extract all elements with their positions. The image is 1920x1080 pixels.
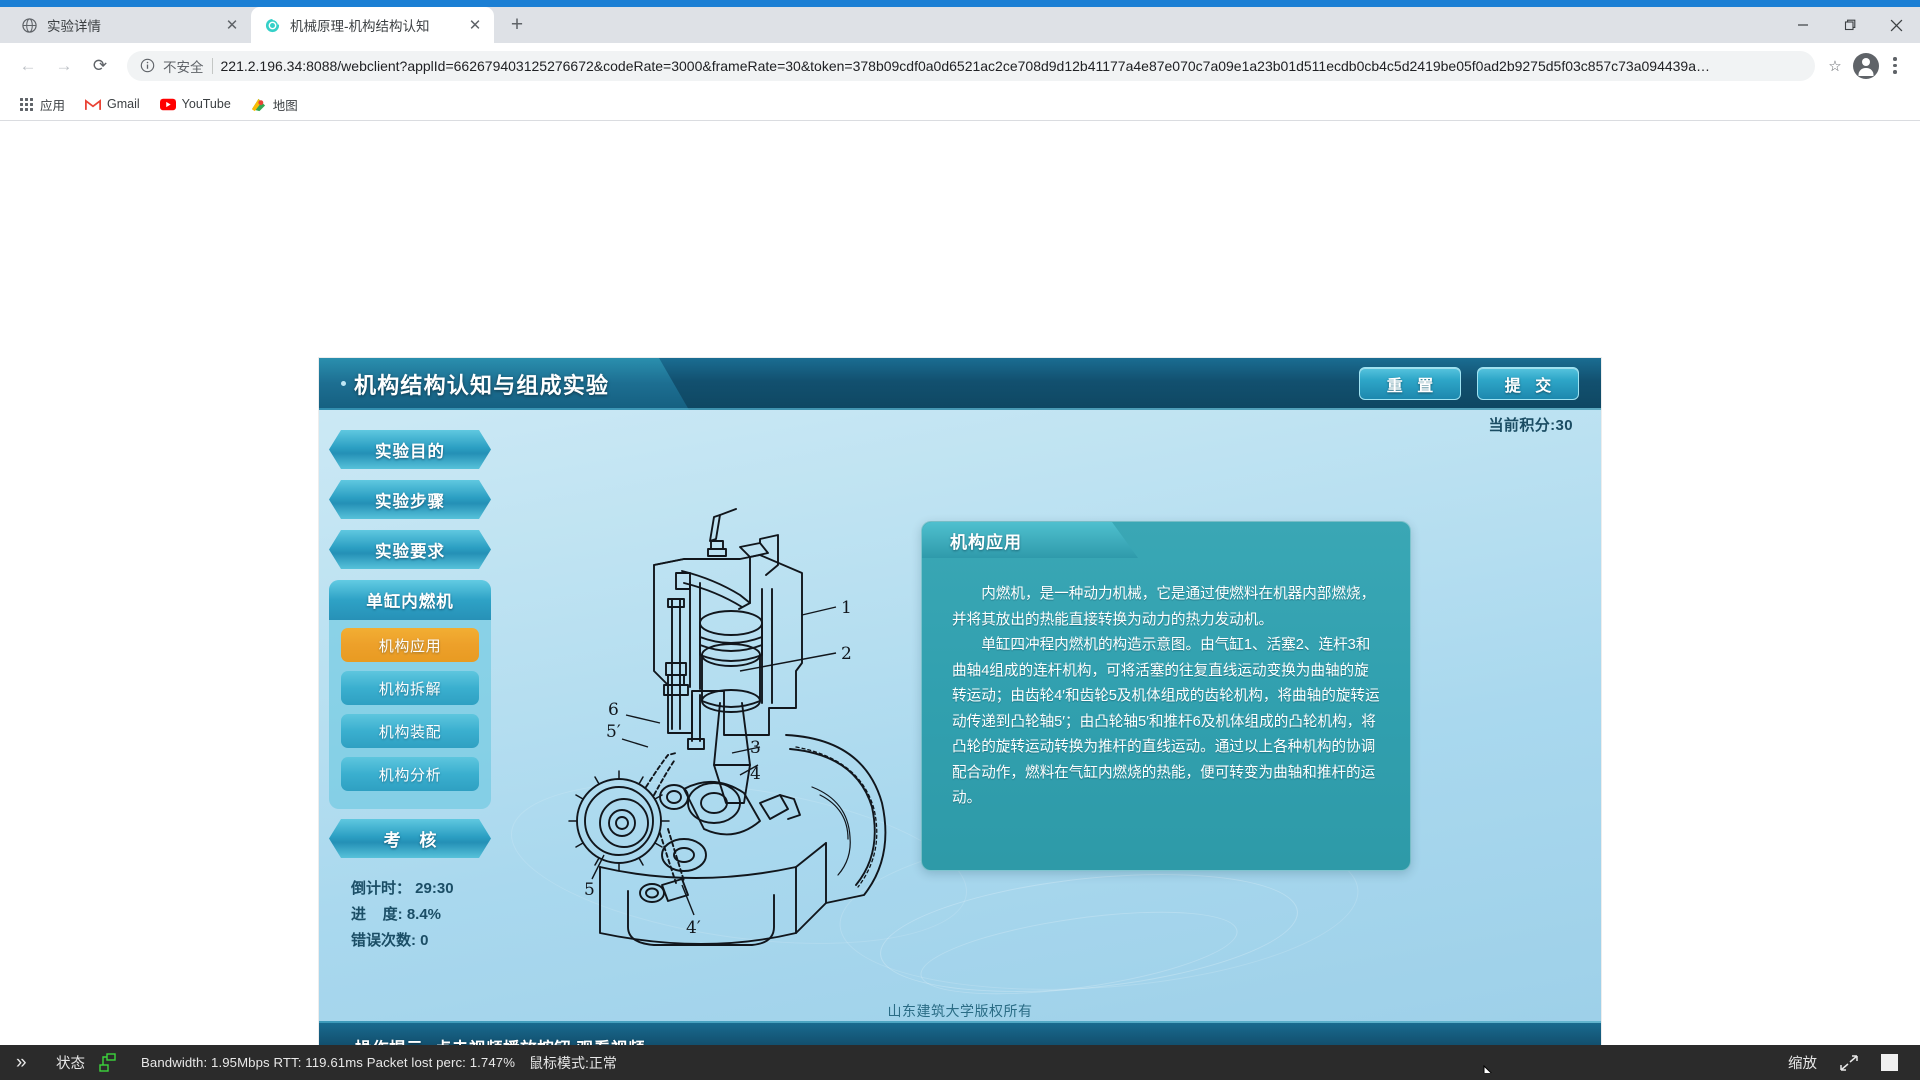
maps-icon	[251, 96, 267, 112]
page-title: 机构结构认知与组成实验	[354, 373, 610, 398]
double-chevron-right-icon[interactable]: »	[16, 1052, 44, 1074]
copyright-text: 山东建筑大学版权所有	[887, 1003, 1033, 1019]
header-accent-dot	[341, 381, 346, 386]
close-icon[interactable]	[1873, 7, 1920, 43]
sidebar-item-mechanism-application[interactable]: 机构应用	[341, 628, 479, 662]
sidebar-item-objective[interactable]: 实验目的	[329, 430, 491, 469]
callout-5p: 5′	[606, 722, 621, 742]
reload-icon[interactable]: ⟳	[83, 49, 117, 83]
sidebar-item-mechanism-analysis[interactable]: 机构分析	[341, 757, 479, 791]
reset-button[interactable]: 重 置	[1359, 367, 1461, 400]
decorative-swirl	[874, 856, 1304, 1010]
browser-toolbar: ← → ⟳ 不安全 221.2.196.34:8088/webclient?ap…	[0, 43, 1920, 88]
bookmark-youtube[interactable]: YouTube	[152, 93, 239, 115]
stat-progress: 进 度: 8.4%	[351, 906, 442, 923]
bookmark-gmail[interactable]: Gmail	[77, 93, 148, 115]
page-viewport: 机构结构认知与组成实验 重 置 提 交 当前积分:30 实验目的 实验步骤 实验…	[0, 121, 1920, 1080]
single-cylinder-engine-diagram: 1 2 3 4 5 5′ 6 4′	[564, 503, 924, 963]
callout-6: 6	[608, 700, 619, 720]
decorative-swirl	[915, 896, 1243, 1010]
maximize-icon[interactable]	[1826, 7, 1873, 43]
back-icon[interactable]: ←	[11, 49, 45, 83]
browser-tab-1[interactable]: 实验详情 ✕	[8, 7, 251, 43]
callout-3: 3	[750, 738, 761, 758]
sidebar-item-mechanism-assembly[interactable]: 机构装配	[341, 714, 479, 748]
panel-body: 内燃机，是一种动力机械，它是通过使燃料在机器内部燃烧，并将其放出的热能直接转换为…	[922, 558, 1410, 870]
content-panel: 机构应用 内燃机，是一种动力机械，它是通过使燃料在机器内部燃烧，并将其放出的热能…	[921, 521, 1411, 871]
new-tab-button[interactable]: +	[500, 8, 534, 42]
youtube-icon	[159, 96, 176, 112]
tab-strip: 实验详情 ✕ 机械原理-机构结构认知 ✕ +	[0, 7, 534, 43]
browser-titlebar: 实验详情 ✕ 机械原理-机构结构认知 ✕ +	[0, 0, 1920, 43]
bookmark-apps[interactable]: 应用	[10, 92, 73, 117]
sidebar-item-steps[interactable]: 实验步骤	[329, 480, 491, 519]
connection-stats: Bandwidth: 1.95Mbps RTT: 119.61ms Packet…	[141, 1055, 516, 1070]
star-icon[interactable]: ☆	[1825, 57, 1845, 75]
callout-5: 5	[584, 880, 595, 900]
bookmarks-bar: 应用 Gmail YouTube 地图	[0, 88, 1920, 121]
app-header: 机构结构认知与组成实验 重 置 提 交	[319, 358, 1601, 410]
minimize-icon[interactable]	[1779, 7, 1826, 43]
sidebar-item-mechanism-disassembly[interactable]: 机构拆解	[341, 671, 479, 705]
sidebar-item-requirements[interactable]: 实验要求	[329, 530, 491, 569]
bookmark-label: 应用	[40, 98, 66, 113]
score-label: 当前积分:30	[1488, 417, 1573, 434]
status-label: 状态	[56, 1056, 85, 1072]
panel-title: 机构应用	[950, 532, 1022, 552]
experiment-app: 机构结构认知与组成实验 重 置 提 交 当前积分:30 实验目的 实验步骤 实验…	[319, 358, 1601, 1073]
zoom-label[interactable]: 缩放	[1788, 1052, 1817, 1073]
account-avatar-icon[interactable]	[1853, 52, 1879, 79]
panel-tab: 机构应用	[922, 522, 1138, 558]
stat-errors: 错误次数: 0	[351, 932, 429, 949]
url-text: 221.2.196.34:8088/webclient?applId=66267…	[220, 57, 1711, 74]
panel-paragraph-1: 内燃机，是一种动力机械，它是通过使燃料在机器内部燃烧，并将其放出的热能直接转换为…	[952, 586, 1376, 628]
tab-title: 实验详情	[47, 19, 101, 34]
callout-4: 4	[750, 764, 761, 784]
network-icon	[97, 1052, 119, 1073]
address-bar[interactable]: 不安全 221.2.196.34:8088/webclient?applId=6…	[127, 50, 1815, 81]
sidebar: 实验目的 实验步骤 实验要求 单缸内燃机 机构应用 机构拆解 机构装配 机构分析…	[329, 430, 499, 954]
window-controls	[1779, 7, 1920, 43]
callout-1: 1	[841, 598, 852, 618]
globe-icon	[21, 17, 38, 34]
callout-4p: 4′	[686, 918, 701, 938]
bookmark-maps[interactable]: 地图	[243, 92, 306, 117]
bookmark-label: YouTube	[181, 97, 231, 111]
bookmark-label: 地图	[272, 98, 298, 113]
stat-countdown: 倒计时： 29:30	[351, 880, 454, 897]
sidebar-item-exam[interactable]: 考 核	[329, 819, 491, 858]
submit-button[interactable]: 提 交	[1477, 367, 1579, 400]
close-icon[interactable]: ✕	[466, 16, 484, 34]
divider	[211, 57, 213, 74]
client-status-bar: » 状态 Bandwidth: 1.95Mbps RTT: 119.61ms P…	[0, 1045, 1920, 1080]
mouse-mode-label: 鼠标模式:正常	[529, 1054, 617, 1071]
apps-grid-icon	[18, 96, 34, 112]
panel-paragraph-2: 单缸四冲程内燃机的构造示意图。由气缸1、活塞2、连杆3和曲轴4组成的连杆机构，可…	[952, 637, 1380, 806]
browser-tab-2[interactable]: 机械原理-机构结构认知 ✕	[251, 7, 494, 43]
mouse-cursor	[1483, 1064, 1496, 1073]
tab-title: 机械原理-机构结构认知	[290, 19, 430, 34]
header-actions: 重 置 提 交	[1359, 367, 1579, 400]
sidebar-group-title: 单缸内燃机	[329, 580, 491, 620]
security-label: 不安全	[163, 59, 204, 75]
callout-2: 2	[841, 644, 852, 664]
gmail-icon	[85, 96, 102, 112]
status-bar-actions: 缩放	[1788, 1052, 1920, 1073]
app-icon	[264, 17, 281, 34]
stop-square-icon[interactable]	[1881, 1054, 1898, 1071]
forward-icon[interactable]: →	[47, 49, 81, 83]
info-circle-icon[interactable]	[139, 58, 155, 74]
close-icon[interactable]: ✕	[223, 16, 241, 34]
experiment-stats: 倒计时： 29:30 进 度: 8.4% 错误次数: 0	[329, 876, 499, 954]
three-dot-menu-icon[interactable]	[1881, 57, 1909, 74]
bookmark-label: Gmail	[107, 97, 140, 111]
browser-window: 实验详情 ✕ 机械原理-机构结构认知 ✕ + ← → ⟳ 不安全 221.2.1…	[0, 0, 1920, 1080]
sidebar-group-engine: 单缸内燃机 机构应用 机构拆解 机构装配 机构分析	[329, 580, 491, 809]
fullscreen-icon[interactable]	[1839, 1053, 1859, 1073]
